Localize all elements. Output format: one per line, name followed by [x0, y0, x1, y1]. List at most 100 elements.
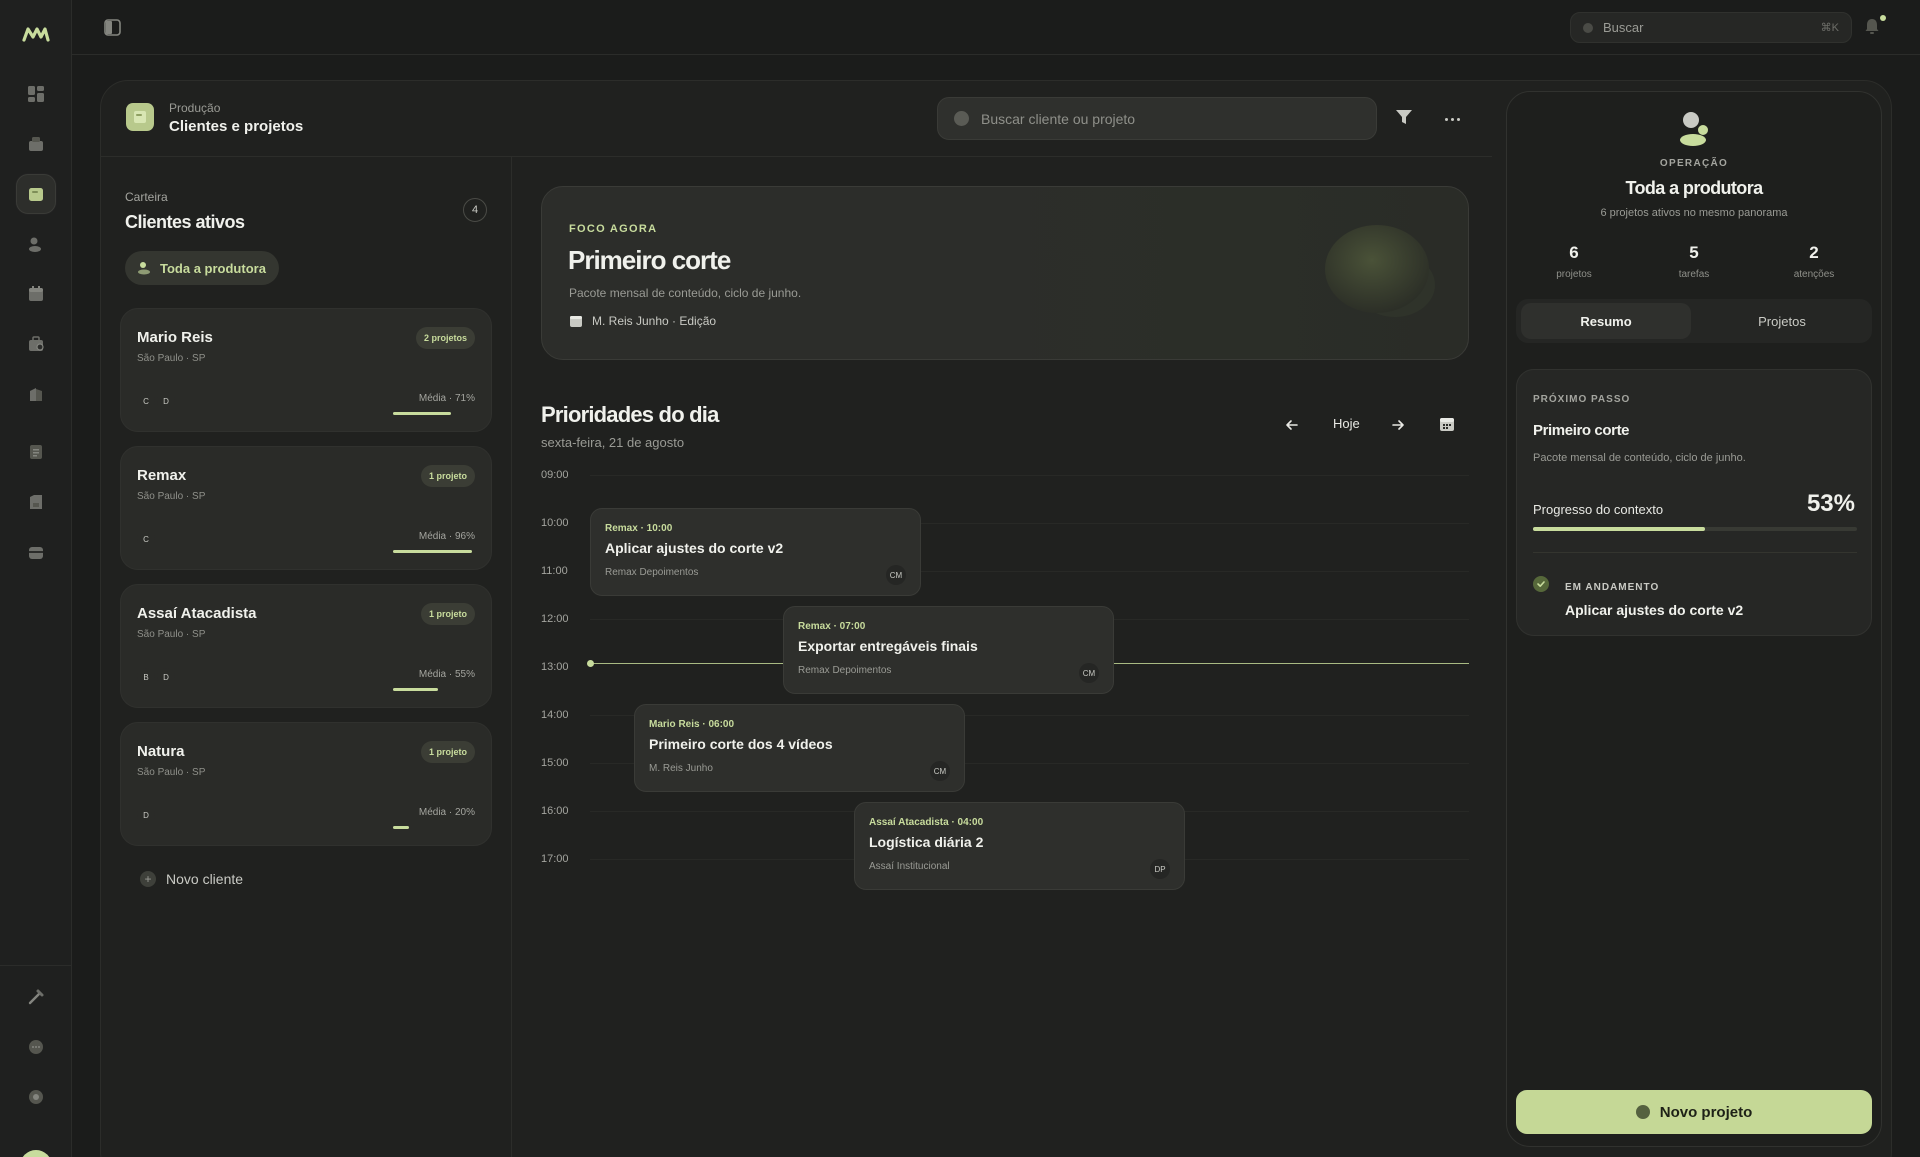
- next-step-card[interactable]: PRÓXIMO PASSO Primeiro corte Pacote mens…: [1516, 369, 1872, 636]
- package-icon[interactable]: [16, 124, 56, 164]
- tools-icon[interactable]: [16, 977, 56, 1017]
- context-progress-bar: [1533, 527, 1857, 531]
- progress-fill: [393, 412, 452, 415]
- client-name: Remax: [137, 467, 187, 484]
- stat-projects: 6 projetos: [1524, 243, 1624, 280]
- project-count-badge: 1 projeto: [420, 603, 475, 625]
- calendar-icon[interactable]: [16, 274, 56, 314]
- focus-meta-text: M. Reis Junho · Edição: [592, 314, 717, 328]
- event-project: Remax Depoimentos: [798, 665, 892, 676]
- schedule-event[interactable]: Remax · 07:00 Exportar entregáveis finai…: [783, 606, 1114, 694]
- client-card[interactable]: Remax São Paulo · SP 1 projeto C Média ·…: [120, 446, 492, 570]
- stat-value: 2: [1809, 243, 1819, 262]
- chat-icon[interactable]: [16, 1027, 56, 1067]
- check-icon: [1533, 576, 1549, 592]
- hour-label: 16:00: [541, 805, 569, 817]
- overview-kicker: OPERAÇÃO: [1659, 158, 1729, 169]
- client-card[interactable]: Mario Reis São Paulo · SP 2 projetos C D…: [120, 308, 492, 432]
- sidebar-toggle-icon[interactable]: [104, 19, 121, 36]
- client-location: São Paulo · SP: [137, 629, 206, 640]
- progress-bar: [393, 826, 475, 829]
- hour-label: 12:00: [541, 613, 569, 625]
- project-count-badge: 2 projetos: [415, 327, 475, 349]
- report-icon[interactable]: [16, 482, 56, 522]
- plus-icon: [1635, 1105, 1650, 1119]
- context-progress-fill: [1533, 527, 1705, 531]
- next-step-title: Primeiro corte: [1533, 422, 1630, 439]
- average-label: Média · 55%: [418, 669, 475, 680]
- focus-card[interactable]: FOCO AGORA Primeiro corte Pacote mensal …: [541, 186, 1469, 360]
- all-production-label: Toda a produtora: [160, 260, 266, 276]
- avatar: CM: [886, 565, 906, 585]
- archive-icon[interactable]: [16, 532, 56, 572]
- overview-subtitle: 6 projetos ativos no mesmo panorama: [1600, 207, 1788, 219]
- search-shortcut: ⌘K: [1820, 22, 1839, 34]
- stat-label: projetos: [1556, 269, 1592, 280]
- divider: [1533, 552, 1857, 553]
- user-avatar[interactable]: [20, 1150, 52, 1157]
- event-tag: Assaí Atacadista · 04:00: [869, 817, 984, 828]
- filter-icon[interactable]: [1395, 108, 1413, 126]
- rail-divider: [0, 965, 72, 966]
- project-count-badge: 1 projeto: [420, 465, 475, 487]
- hour-gridline: [590, 475, 1469, 476]
- avatar: CM: [1079, 663, 1099, 683]
- arrow-right-icon[interactable]: [1390, 417, 1406, 433]
- all-production-filter[interactable]: Toda a produtora: [125, 251, 279, 285]
- avatar: CM: [930, 761, 950, 781]
- new-client-button[interactable]: + Novo cliente: [140, 871, 243, 887]
- new-project-label: Novo projeto: [1659, 1103, 1753, 1121]
- client-search-input[interactable]: Buscar cliente ou projeto: [937, 97, 1377, 140]
- status-kicker: EM ANDAMENTO: [1565, 582, 1660, 593]
- tab-summary[interactable]: Resumo: [1521, 303, 1691, 339]
- context-progress-label: Progresso do contexto: [1533, 502, 1664, 517]
- hour-label: 11:00: [541, 565, 568, 577]
- bell-icon[interactable]: [1864, 17, 1880, 35]
- clients-title: Clientes ativos: [125, 212, 245, 232]
- event-title: Primeiro corte dos 4 vídeos: [649, 736, 833, 752]
- avatar: D: [157, 392, 175, 410]
- schedule-event[interactable]: Mario Reis · 06:00 Primeiro corte dos 4 …: [634, 704, 965, 792]
- building-icon[interactable]: [16, 374, 56, 414]
- avatar: DP: [1150, 859, 1170, 879]
- current-time-dot: [587, 660, 594, 667]
- event-tag: Remax · 10:00: [605, 523, 673, 534]
- focus-kicker: FOCO AGORA: [569, 223, 658, 235]
- global-search[interactable]: Buscar ⌘K: [1570, 12, 1852, 43]
- hour-label: 17:00: [541, 853, 569, 865]
- event-title: Logística diária 2: [869, 834, 984, 850]
- more-options-icon[interactable]: [1441, 108, 1463, 130]
- folder-icon[interactable]: [16, 174, 56, 214]
- focus-meta: M. Reis Junho · Edição: [569, 314, 716, 328]
- settings-icon[interactable]: [16, 1077, 56, 1117]
- event-title: Exportar entregáveis finais: [798, 638, 978, 654]
- stat-attentions: 2 atenções: [1764, 243, 1864, 280]
- hour-label: 10:00: [541, 517, 569, 529]
- folder-icon: [126, 103, 154, 131]
- new-project-button[interactable]: Novo projeto: [1516, 1090, 1872, 1134]
- document-icon[interactable]: [16, 432, 56, 472]
- calendar-icon[interactable]: [1439, 416, 1455, 432]
- breadcrumb[interactable]: Produção: [169, 101, 220, 115]
- arrow-left-icon[interactable]: [1284, 417, 1300, 433]
- priorities-title: Prioridades do dia: [541, 402, 719, 427]
- progress-bar: [393, 412, 475, 415]
- avatar: C: [137, 530, 155, 548]
- tab-projects[interactable]: Projetos: [1697, 303, 1867, 339]
- dashboard-icon[interactable]: [16, 74, 56, 114]
- avatar: B: [137, 668, 155, 686]
- context-progress-value: 53%: [1806, 490, 1855, 517]
- app-logo[interactable]: [20, 22, 52, 46]
- average-label: Média · 20%: [418, 807, 475, 818]
- schedule-event[interactable]: Remax · 10:00 Aplicar ajustes do corte v…: [590, 508, 921, 596]
- client-card[interactable]: Natura São Paulo · SP 1 projeto D Média …: [120, 722, 492, 846]
- client-card[interactable]: Assaí Atacadista São Paulo · SP 1 projet…: [120, 584, 492, 708]
- search-icon: [954, 111, 969, 126]
- hour-label: 13:00: [541, 661, 569, 673]
- overview-title: Toda a produtora: [1625, 178, 1763, 198]
- status-task: Aplicar ajustes do corte v2: [1565, 602, 1744, 618]
- today-button[interactable]: Hoje: [1333, 416, 1360, 431]
- briefcase-icon[interactable]: [16, 324, 56, 364]
- users-icon[interactable]: [16, 224, 56, 264]
- schedule-event[interactable]: Assaí Atacadista · 04:00 Logística diári…: [854, 802, 1185, 890]
